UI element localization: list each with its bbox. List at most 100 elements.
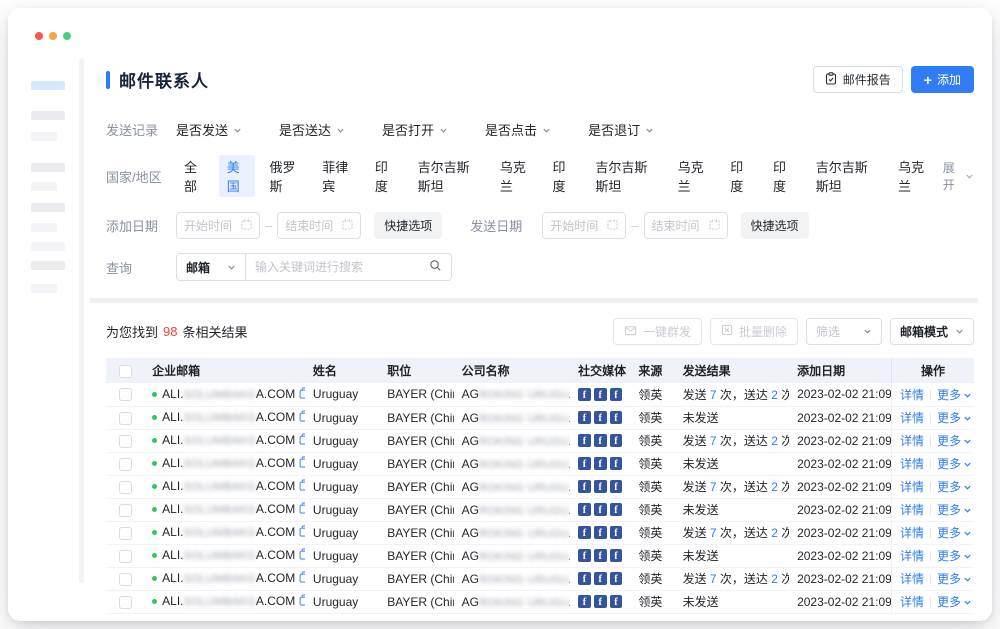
select-all-checkbox[interactable] [119, 365, 132, 378]
row-checkbox[interactable] [119, 504, 132, 517]
add-date-quick-options-button[interactable]: 快捷选项 [374, 212, 442, 239]
detail-link[interactable]: 详情 [900, 480, 924, 494]
facebook-icon[interactable]: f [594, 434, 607, 447]
facebook-icon[interactable]: f [610, 503, 623, 516]
region-tab[interactable]: 乌克兰 [492, 155, 538, 197]
filter-select[interactable]: 筛选 [806, 318, 882, 345]
more-link[interactable]: 更多 [937, 526, 972, 540]
row-checkbox[interactable] [119, 412, 132, 425]
more-link[interactable]: 更多 [937, 549, 972, 563]
detail-link[interactable]: 详情 [900, 388, 924, 402]
facebook-icon[interactable]: f [610, 434, 623, 447]
facebook-icon[interactable]: f [594, 457, 607, 470]
sidebar-item-active[interactable] [31, 81, 65, 90]
copy-icon[interactable] [299, 456, 305, 471]
search-input[interactable] [255, 260, 429, 274]
row-checkbox[interactable] [119, 388, 132, 401]
facebook-icon[interactable]: f [594, 572, 607, 585]
mail-report-button[interactable]: 邮件报告 [813, 66, 903, 93]
facebook-icon[interactable]: f [610, 457, 623, 470]
facebook-icon[interactable]: f [610, 572, 623, 585]
add-contact-button[interactable]: + 添加 [911, 66, 974, 93]
region-tab[interactable]: 俄罗斯 [262, 155, 308, 197]
facebook-icon[interactable]: f [594, 503, 607, 516]
copy-icon[interactable] [299, 571, 305, 586]
region-tab[interactable]: 乌克兰 [890, 155, 936, 197]
facebook-icon[interactable]: f [578, 503, 591, 516]
sidebar-item[interactable] [31, 242, 65, 251]
facebook-icon[interactable]: f [578, 595, 591, 608]
region-tab[interactable]: 吉尔吉斯斯坦 [587, 155, 662, 197]
add-date-start-input[interactable] [176, 212, 260, 239]
facebook-icon[interactable]: f [578, 549, 591, 562]
more-link[interactable]: 更多 [937, 480, 972, 494]
sidebar-item[interactable] [31, 111, 65, 120]
bulk-send-button[interactable]: 一键群发 [613, 318, 702, 345]
facebook-icon[interactable]: f [594, 549, 607, 562]
copy-icon[interactable] [299, 502, 305, 517]
maximize-window-button[interactable] [63, 32, 71, 40]
region-tab[interactable]: 全部 [176, 155, 212, 197]
end-date-field[interactable] [285, 219, 338, 233]
start-date-field[interactable] [184, 219, 237, 233]
copy-icon[interactable] [299, 548, 305, 563]
detail-link[interactable]: 详情 [900, 549, 924, 563]
facebook-icon[interactable]: f [610, 595, 623, 608]
send-date-end-input[interactable] [644, 212, 728, 239]
sidebar-item[interactable] [31, 223, 57, 232]
send-date-quick-options-button[interactable]: 快捷选项 [741, 212, 809, 239]
facebook-icon[interactable]: f [594, 595, 607, 608]
detail-link[interactable]: 详情 [900, 595, 924, 609]
sidebar-item[interactable] [31, 163, 65, 172]
region-tab[interactable]: 菲律宾 [314, 155, 360, 197]
facebook-icon[interactable]: f [594, 388, 607, 401]
more-link[interactable]: 更多 [937, 503, 972, 517]
add-date-end-input[interactable] [277, 212, 361, 239]
facebook-icon[interactable]: f [578, 388, 591, 401]
detail-link[interactable]: 详情 [900, 572, 924, 586]
sidebar-item[interactable] [31, 203, 65, 212]
copy-icon[interactable] [299, 433, 305, 448]
row-checkbox[interactable] [119, 458, 132, 471]
more-link[interactable]: 更多 [937, 572, 972, 586]
copy-icon[interactable] [299, 479, 305, 494]
close-window-button[interactable] [35, 32, 43, 40]
region-tab[interactable]: 美国 [219, 155, 255, 197]
more-link[interactable]: 更多 [937, 434, 972, 448]
copy-icon[interactable] [299, 387, 305, 402]
facebook-icon[interactable]: f [610, 388, 623, 401]
copy-icon[interactable] [299, 525, 305, 540]
dropdown-is-opened[interactable]: 是否打开 [382, 120, 448, 139]
search-icon[interactable] [429, 259, 442, 275]
sidebar-item[interactable] [31, 132, 57, 141]
sidebar-item[interactable] [31, 182, 57, 191]
region-tab[interactable]: 乌克兰 [670, 155, 716, 197]
dropdown-is-sent[interactable]: 是否发送 [176, 120, 242, 139]
facebook-icon[interactable]: f [610, 480, 623, 493]
facebook-icon[interactable]: f [578, 434, 591, 447]
region-tab[interactable]: 印度 [722, 155, 758, 197]
copy-icon[interactable] [299, 594, 305, 609]
facebook-icon[interactable]: f [610, 411, 623, 424]
more-link[interactable]: 更多 [937, 411, 972, 425]
region-tab[interactable]: 吉尔吉斯斯坦 [410, 155, 485, 197]
bulk-delete-button[interactable]: 批量删除 [710, 318, 798, 345]
send-date-start-input[interactable] [542, 212, 626, 239]
sidebar-item[interactable] [31, 284, 57, 293]
detail-link[interactable]: 详情 [900, 503, 924, 517]
region-tab[interactable]: 印度 [545, 155, 581, 197]
dropdown-is-clicked[interactable]: 是否点击 [485, 120, 551, 139]
end-date-field[interactable] [652, 219, 705, 233]
sidebar-item[interactable] [31, 261, 65, 270]
dropdown-is-unsubscribed[interactable]: 是否退订 [588, 120, 654, 139]
facebook-icon[interactable]: f [578, 411, 591, 424]
detail-link[interactable]: 详情 [900, 434, 924, 448]
region-tab[interactable]: 印度 [765, 155, 801, 197]
mailbox-mode-select[interactable]: 邮箱模式 [890, 318, 974, 345]
dropdown-is-delivered[interactable]: 是否送达 [279, 120, 345, 139]
facebook-icon[interactable]: f [578, 480, 591, 493]
facebook-icon[interactable]: f [610, 549, 623, 562]
row-checkbox[interactable] [119, 596, 132, 609]
more-link[interactable]: 更多 [937, 457, 972, 471]
facebook-icon[interactable]: f [594, 411, 607, 424]
